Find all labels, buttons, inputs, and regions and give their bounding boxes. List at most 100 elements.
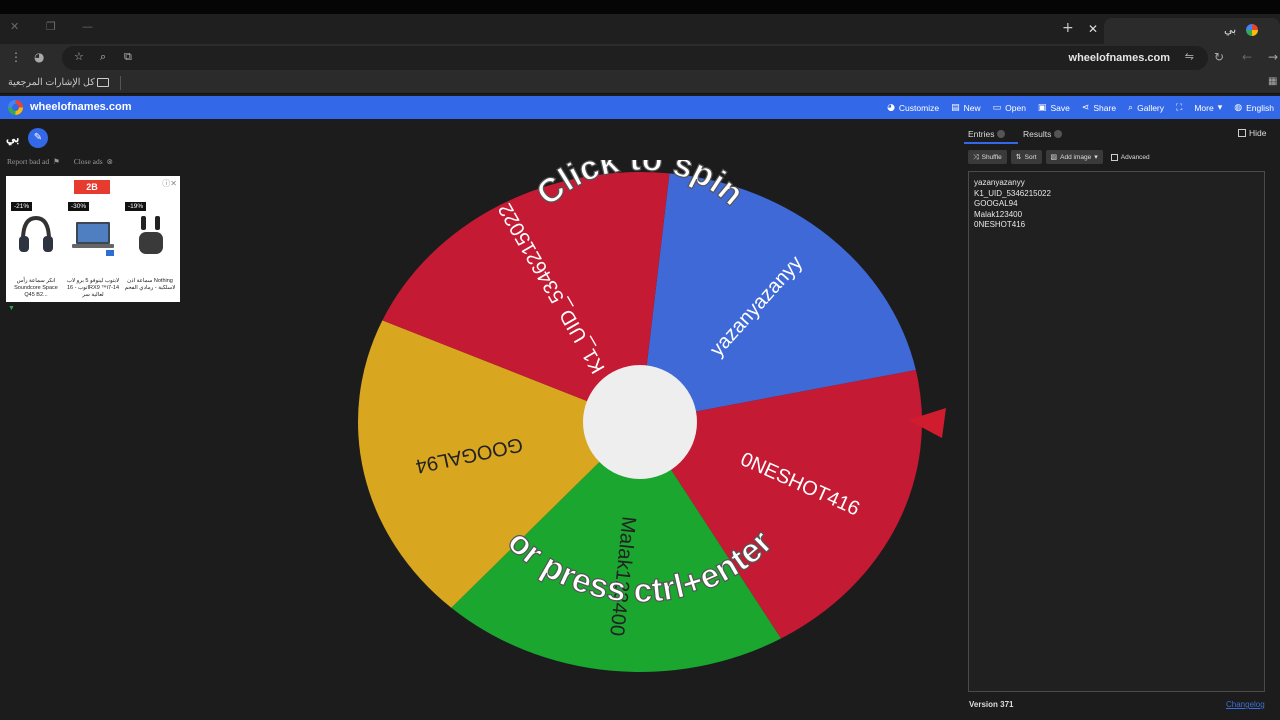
entry-line: Malak123400	[974, 209, 1023, 219]
advanced-checkbox[interactable]	[1110, 153, 1118, 161]
nav-menu: ◕ Customize ▤ New ▭ Open ▣ Save ⋖ Share ⌕ Gall…	[887, 96, 1274, 119]
globe-icon: ◍	[1234, 102, 1243, 113]
tab-label: Results	[1023, 129, 1052, 139]
ad-choices-icon[interactable]: ▼	[8, 305, 15, 312]
product-caption: لابتوب لينوفو 5 برو لاب توب - 16IRX9 ™i7…	[66, 278, 120, 298]
back-icon[interactable]: ←	[1242, 50, 1252, 64]
ad-close-icon[interactable]: ⓘ✕	[162, 178, 177, 189]
hide-checkbox[interactable]	[1238, 129, 1246, 137]
close-window-icon[interactable]: ✕	[10, 20, 19, 33]
nav-label: Gallery	[1137, 102, 1165, 113]
product-caption: انكر سماعة رأس Soundcore Space Q45 B2...	[14, 278, 58, 298]
edit-title-button[interactable]: ✎	[28, 128, 48, 148]
nav-customize[interactable]: ◕ Customize	[887, 103, 939, 113]
image-icon: ▨	[1050, 153, 1058, 161]
entry-line: K1_UID_5346215022	[974, 188, 1051, 198]
ad-product[interactable]: -30% لابتوب لينوفو 5 برو لاب توب - 16IRX…	[66, 200, 120, 298]
nav-share[interactable]: ⋖ Share	[1082, 103, 1116, 113]
ad-brand-logo: 2B	[74, 180, 110, 194]
changelog-link[interactable]: Changelog	[1226, 700, 1265, 709]
menu-dots-icon[interactable]: ⋮	[10, 50, 22, 64]
tab-label: Entries	[968, 129, 995, 139]
ad-product[interactable]: -19% سماعة اذن Nothing لاسلكية - رمادي ا…	[123, 200, 177, 298]
nav-open[interactable]: ▭ Open	[993, 103, 1026, 113]
close-tab-icon[interactable]: ✕	[1088, 22, 1098, 36]
minimize-window-icon[interactable]: —	[82, 20, 93, 33]
site-settings-icon[interactable]: ⇋	[1185, 50, 1194, 63]
tab-title: بي	[1224, 24, 1237, 36]
top-strip	[0, 0, 1280, 14]
tab-results[interactable]: Results	[1023, 129, 1063, 139]
file-icon: ▤	[951, 102, 960, 113]
bookmarks-bar: كل الإشارات المرجعية ▦	[0, 72, 1280, 94]
nav-label: More	[1194, 102, 1214, 113]
tab-favicon-icon	[1246, 24, 1258, 36]
laptop-image	[72, 222, 114, 256]
nav-language[interactable]: ◍ English	[1234, 103, 1274, 113]
browser-tab[interactable]: ✕ بي	[1088, 18, 1280, 44]
sort-button[interactable]: ⇅ Sort	[1010, 150, 1042, 164]
tab-entries[interactable]: Entries	[968, 129, 1006, 139]
zoom-icon[interactable]: ⌕	[100, 50, 106, 64]
ad-product[interactable]: -21% انكر سماعة رأس Soundcore Space Q45 …	[9, 200, 63, 298]
profile-icon[interactable]: ◕	[34, 50, 44, 64]
pencil-icon: ✎	[33, 132, 43, 143]
site-name[interactable]: wheelofnames.com	[30, 101, 131, 113]
nav-save[interactable]: ▣ Save	[1038, 103, 1070, 113]
address-bar: ⋮ ◕ ☆ ⌕ ⧉ wheelofnames.com ⇋ ↻ ← →	[0, 44, 1280, 72]
translate-icon[interactable]: ⧉	[124, 50, 132, 64]
wheel-logo-icon[interactable]	[8, 100, 23, 115]
entries-textarea[interactable]: yazanyazanyy K1_UID_5346215022 GOOGAL94 …	[968, 171, 1265, 692]
button-label: Shuffle	[981, 153, 1002, 161]
apps-grid-icon[interactable]: ▦	[1268, 76, 1277, 87]
advanced-label: Advanced	[1120, 153, 1150, 161]
nav-new[interactable]: ▤ New	[951, 103, 981, 113]
earbuds-image	[139, 216, 163, 254]
report-ad-link[interactable]: Report bad ad	[7, 157, 49, 166]
flag-icon: ⚑	[53, 157, 60, 166]
nav-gallery[interactable]: ⌕ Gallery	[1128, 103, 1164, 113]
count-badge	[1054, 130, 1063, 138]
spin-wheel[interactable]: yazanyazanyy0NESHOT416Malak123400GOOGAL9…	[340, 160, 960, 690]
share-icon: ⋖	[1081, 102, 1090, 113]
add-image-button[interactable]: ▨ Add image ▾	[1045, 150, 1103, 164]
nav-label: Share	[1093, 102, 1117, 113]
headphones-image	[19, 215, 53, 252]
close-ads-link[interactable]: Close ads	[74, 157, 103, 166]
active-tab-indicator	[964, 142, 1018, 144]
nav-fullscreen[interactable]: ⛶	[1176, 103, 1182, 113]
url-text: wheelofnames.com	[1068, 52, 1170, 64]
entry-line: GOOGAL94	[974, 199, 1018, 208]
omnibox[interactable]: ☆ ⌕ ⧉ wheelofnames.com ⇋	[62, 46, 1208, 70]
chevron-down-icon: ▾	[1217, 102, 1223, 113]
folder-open-icon: ▭	[992, 102, 1002, 113]
hide-toggle[interactable]: Hide	[1238, 128, 1266, 138]
reload-icon[interactable]: ↻	[1214, 50, 1224, 64]
nav-label: Open	[1005, 102, 1026, 113]
forward-icon[interactable]: →	[1268, 50, 1278, 64]
nav-more[interactable]: More ▾	[1194, 103, 1222, 113]
sort-icon: ⇅	[1015, 153, 1022, 161]
panel-tabs: Entries Results	[962, 126, 1276, 146]
advertisement[interactable]: 2B ⓘ✕ -21% انكر سماعة رأس Soundcore Spac…	[6, 176, 180, 302]
bookmark-star-icon[interactable]: ☆	[74, 50, 84, 63]
nav-label: Save	[1050, 102, 1070, 113]
all-bookmarks-label[interactable]: كل الإشارات المرجعية	[8, 77, 95, 88]
search-icon: ⌕	[1128, 102, 1134, 113]
ad-links: Report bad ad ⚑ Close ads ⊗	[7, 157, 117, 166]
wheel-center-hub[interactable]	[583, 365, 697, 479]
advanced-toggle[interactable]: Advanced	[1110, 150, 1150, 164]
new-tab-icon[interactable]: +	[1062, 20, 1074, 36]
product-caption: سماعة اذن Nothing لاسلكية - رمادي الفحم	[124, 278, 176, 291]
shuffle-button[interactable]: ⤨ Shuffle	[968, 150, 1007, 164]
palette-icon: ◕	[887, 102, 895, 113]
restore-window-icon[interactable]: ❐	[46, 20, 56, 33]
folder-icon[interactable]	[97, 78, 109, 87]
nav-label: New	[963, 102, 981, 113]
entry-line: yazanyazanyy	[974, 178, 1025, 187]
entries-toolbar: ⤨ Shuffle ⇅ Sort ▨ Add image ▾ Advanced	[968, 150, 1150, 164]
screen: ✕ ❐ — + ✕ بي ⋮ ◕ ☆ ⌕ ⧉ wheelofnames.com …	[0, 0, 1280, 720]
tab-bar: ✕ ❐ — + ✕ بي	[0, 14, 1280, 44]
button-label: Add image	[1060, 153, 1092, 161]
bookmarks-divider	[120, 76, 121, 90]
